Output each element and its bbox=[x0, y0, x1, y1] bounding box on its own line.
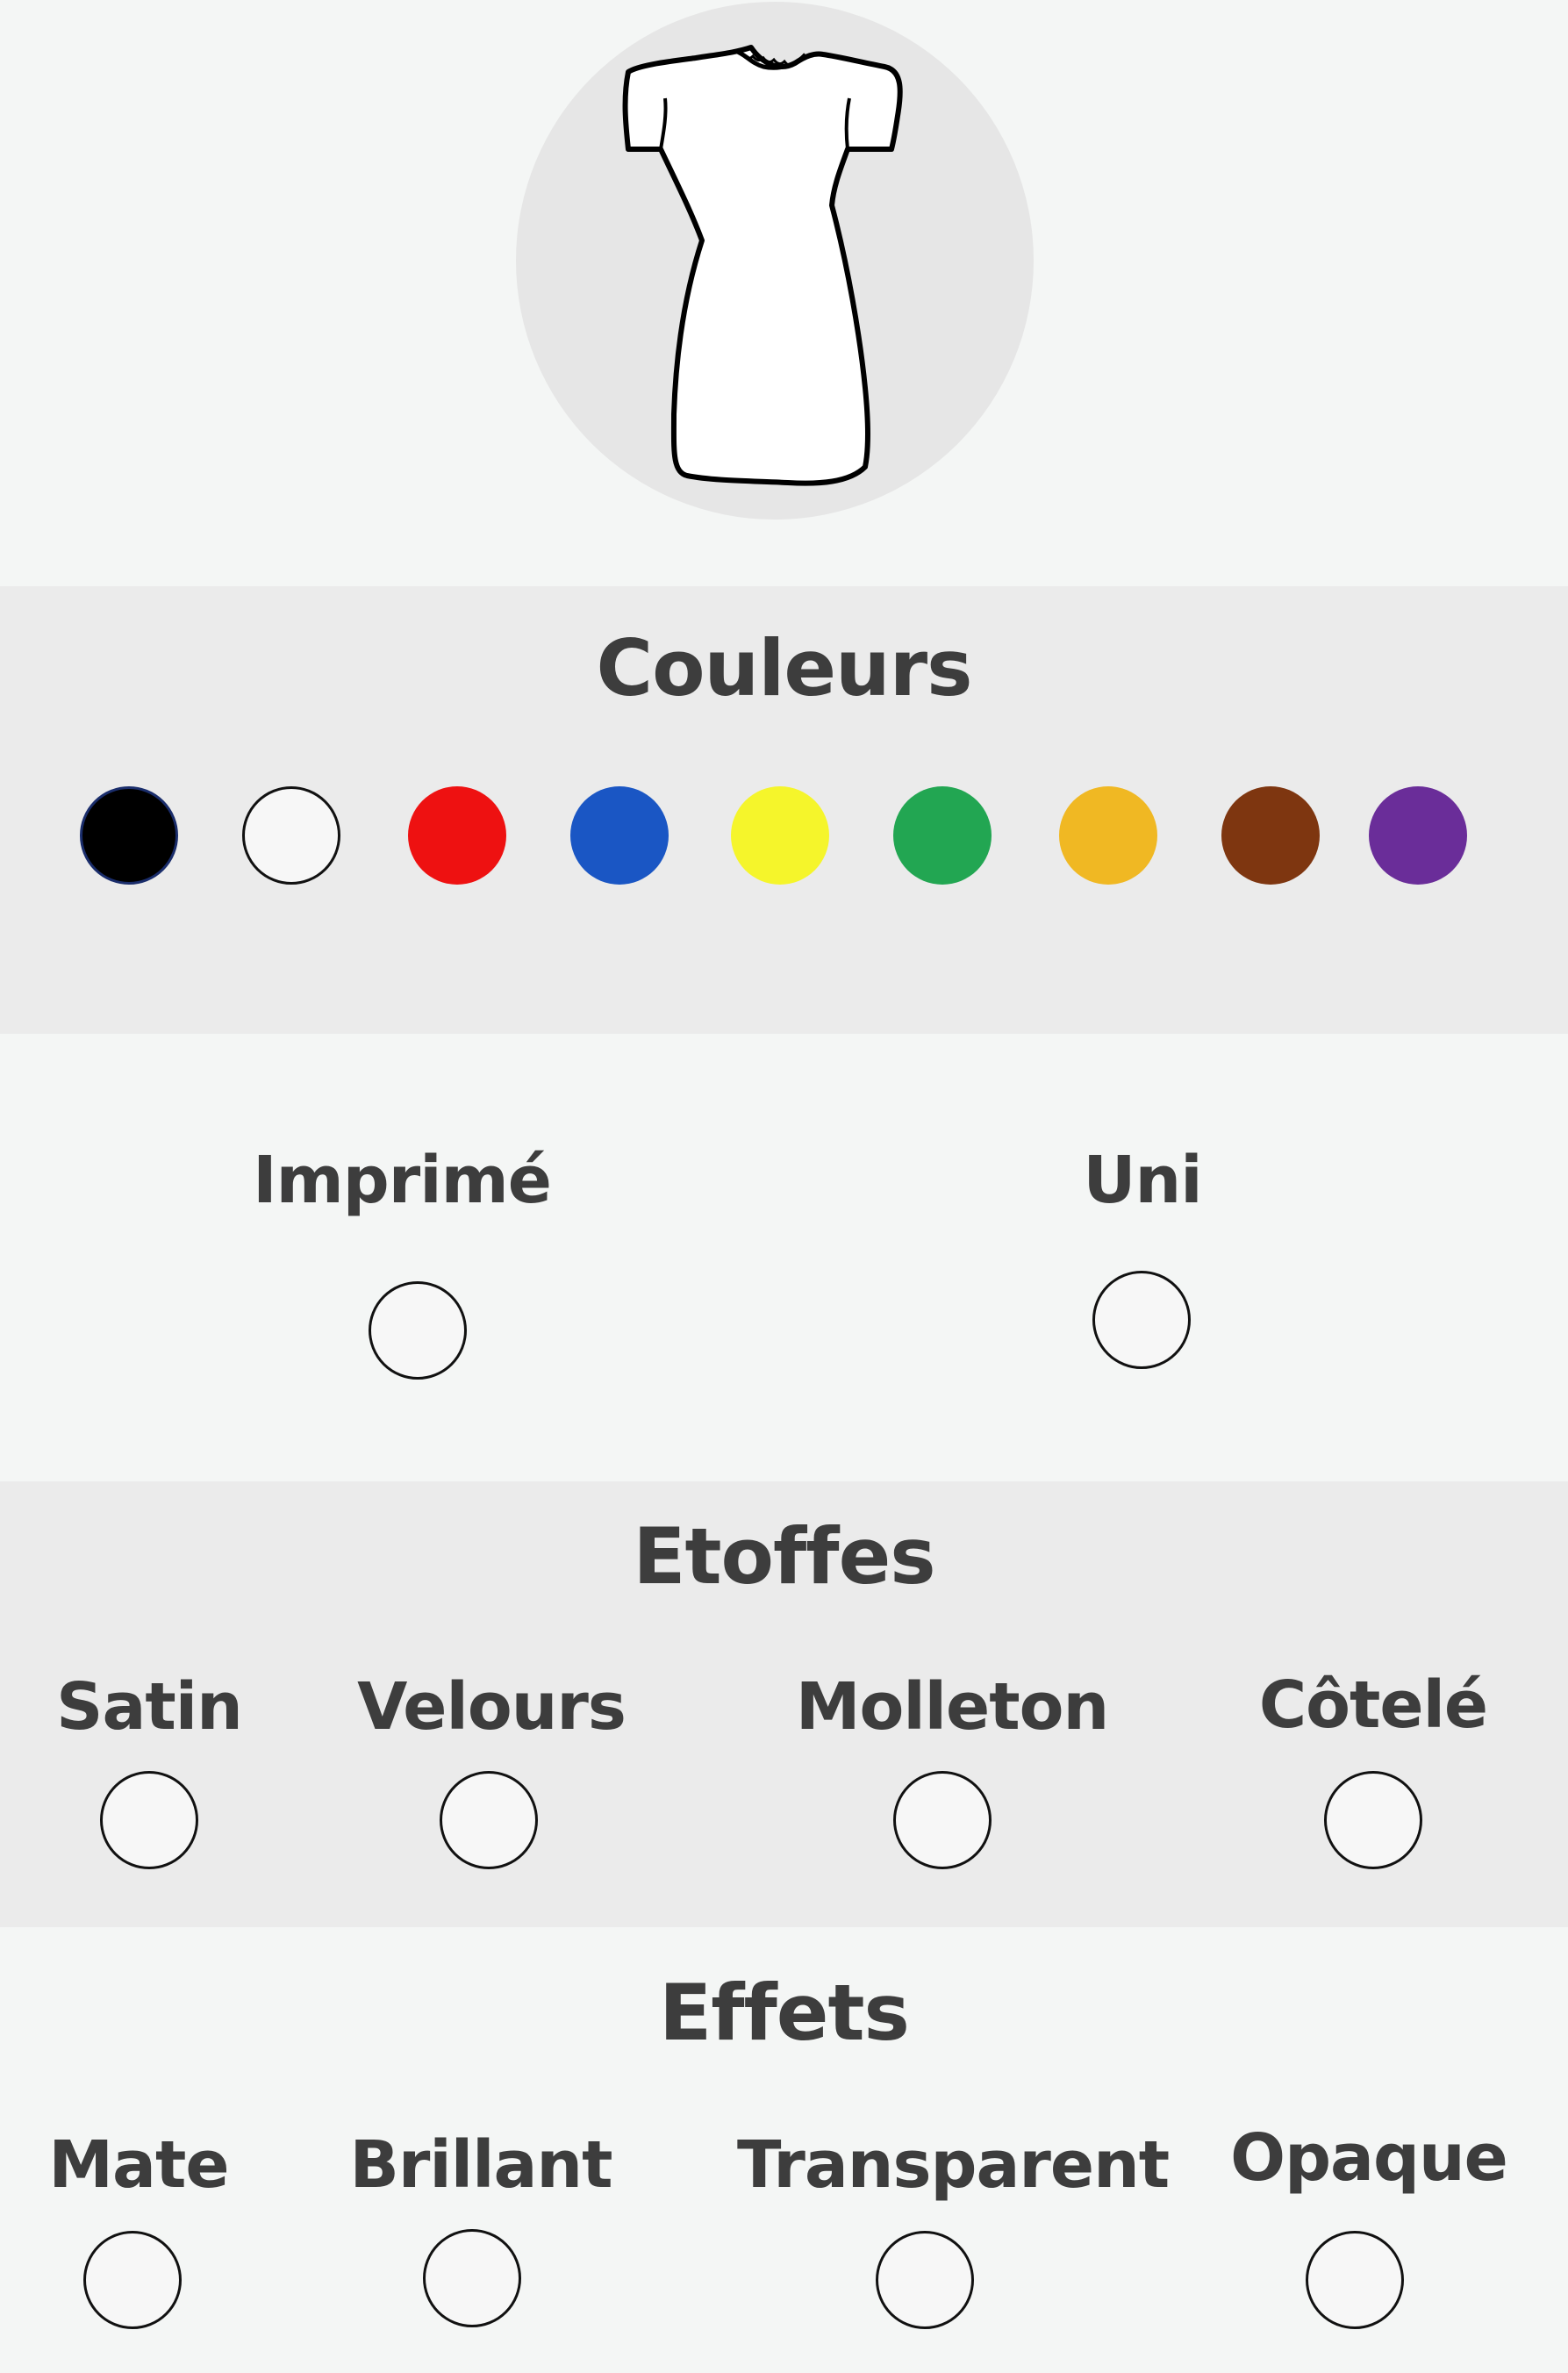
radio-imprime[interactable] bbox=[369, 1281, 467, 1380]
radio-uni[interactable] bbox=[1092, 1271, 1191, 1369]
option-label-opaque: Opaque bbox=[1230, 2120, 1508, 2196]
swatch-purple[interactable] bbox=[1369, 786, 1467, 885]
radio-satin[interactable] bbox=[100, 1771, 198, 1869]
garment-avatar bbox=[516, 2, 1034, 520]
swatch-orange[interactable] bbox=[1059, 786, 1157, 885]
radio-transparent[interactable] bbox=[876, 2231, 974, 2329]
effets-section: Effets Mate Brillant Transparent Opaque bbox=[0, 1927, 1568, 2373]
radio-molleton[interactable] bbox=[893, 1771, 992, 1869]
option-label-imprime: Imprimé bbox=[253, 1143, 552, 1218]
swatch-blue[interactable] bbox=[570, 786, 669, 885]
radio-brillant[interactable] bbox=[423, 2229, 521, 2327]
swatch-brown[interactable] bbox=[1221, 786, 1320, 885]
couleurs-section: Couleurs bbox=[0, 586, 1568, 1034]
couleurs-title: Couleurs bbox=[596, 623, 973, 713]
swatch-black[interactable] bbox=[80, 786, 178, 885]
swatch-green[interactable] bbox=[893, 786, 992, 885]
option-label-transparent: Transparent bbox=[737, 2127, 1170, 2203]
radio-mate[interactable] bbox=[83, 2231, 182, 2329]
swatch-red[interactable] bbox=[408, 786, 506, 885]
etoffes-title: Etoffes bbox=[633, 1511, 935, 1602]
radio-opaque[interactable] bbox=[1306, 2231, 1404, 2329]
option-label-velours: Velours bbox=[357, 1669, 626, 1745]
option-label-mate: Mate bbox=[48, 2127, 229, 2203]
motif-section: Imprimé Uni bbox=[0, 1034, 1568, 1481]
option-label-cotele: Côtelé bbox=[1258, 1667, 1488, 1743]
swatch-white[interactable] bbox=[242, 786, 340, 885]
option-label-satin: Satin bbox=[56, 1669, 243, 1745]
swatch-yellow[interactable] bbox=[731, 786, 829, 885]
option-label-brillant: Brillant bbox=[349, 2127, 613, 2203]
option-label-molleton: Molleton bbox=[795, 1669, 1109, 1745]
dress-icon bbox=[622, 45, 903, 486]
radio-velours[interactable] bbox=[440, 1771, 538, 1869]
effets-title: Effets bbox=[659, 1968, 910, 2058]
header bbox=[0, 0, 1568, 586]
etoffes-section: Etoffes Satin Velours Molleton Côtelé bbox=[0, 1481, 1568, 1927]
option-label-uni: Uni bbox=[1083, 1143, 1202, 1218]
radio-cotele[interactable] bbox=[1324, 1771, 1422, 1869]
